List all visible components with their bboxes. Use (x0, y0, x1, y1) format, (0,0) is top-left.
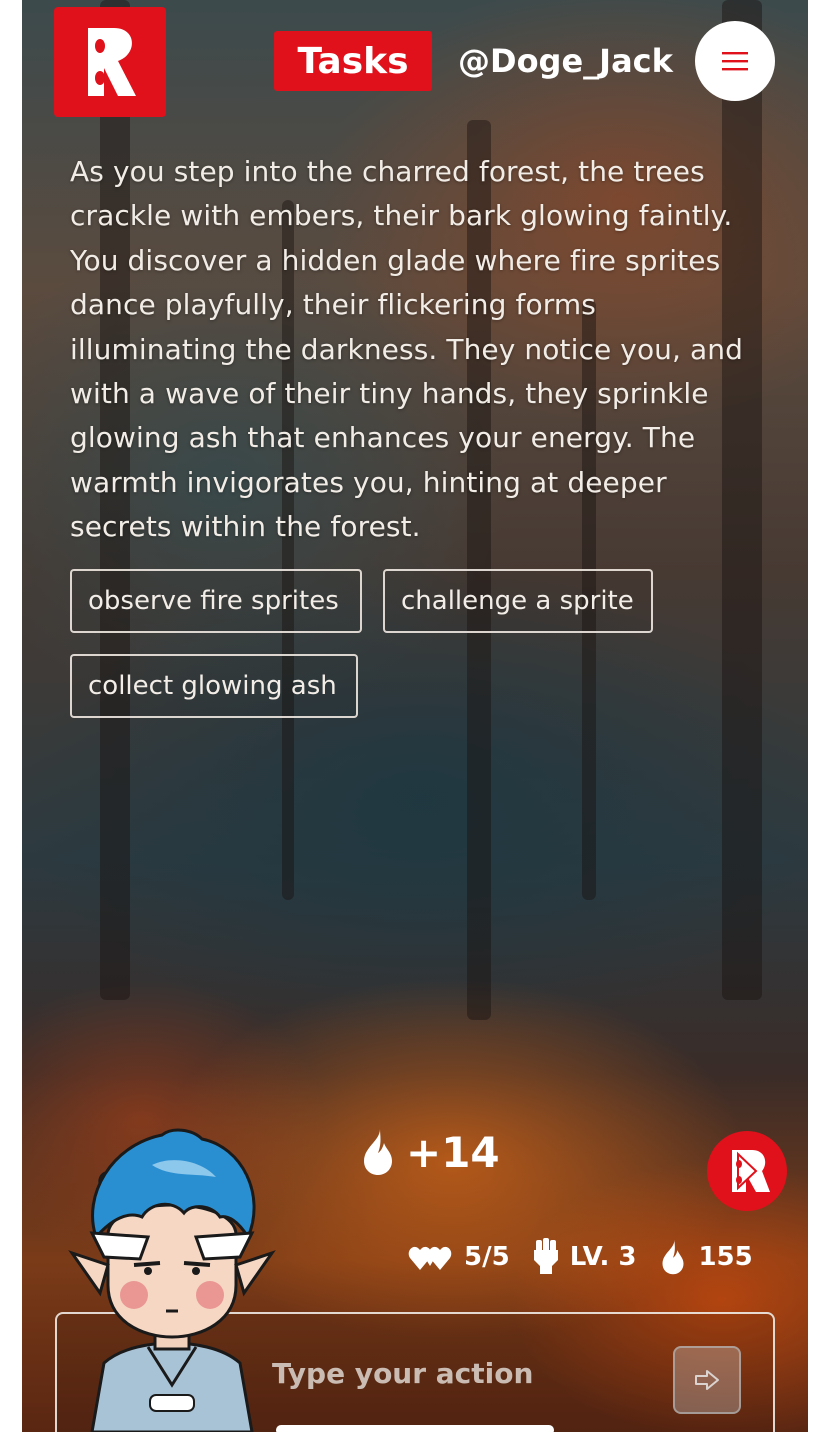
flame-icon (662, 1239, 684, 1275)
flame-icon (364, 1129, 392, 1175)
home-indicator (276, 1425, 554, 1432)
tasks-button[interactable]: Tasks (274, 31, 432, 91)
choice-observe-fire-sprites[interactable]: observe fire sprites (70, 569, 362, 633)
health-stat: 5/5 (408, 1242, 510, 1272)
app-logo[interactable] (54, 7, 166, 117)
play-button[interactable] (707, 1131, 787, 1211)
arrow-right-icon (695, 1370, 719, 1390)
send-button[interactable] (673, 1346, 741, 1414)
story-text: As you step into the charred forest, the… (70, 155, 744, 544)
energy-value: 155 (698, 1242, 753, 1272)
energy-stat: 155 (658, 1238, 753, 1276)
reward-value: +14 (406, 1127, 500, 1177)
play-logo-icon (732, 1150, 770, 1192)
action-input[interactable] (272, 1346, 652, 1400)
game-screen: Tasks @Doge_Jack As you step into the ch… (22, 0, 808, 1432)
choice-collect-glowing-ash[interactable]: collect glowing ash (70, 654, 358, 718)
username: @Doge_Jack (458, 42, 673, 80)
logo-icon (88, 28, 136, 96)
fist-icon (533, 1238, 558, 1274)
player-stats: 5/5 LV. 3 155 (408, 1234, 753, 1280)
hamburger-icon (722, 52, 748, 71)
hearts-icon (408, 1246, 452, 1270)
health-value: 5/5 (464, 1242, 510, 1272)
menu-button[interactable] (695, 21, 775, 101)
choice-challenge-a-sprite[interactable]: challenge a sprite (383, 569, 653, 633)
reward-indicator: +14 (358, 1122, 500, 1182)
character-avatar (68, 1128, 276, 1432)
level-value: LV. 3 (569, 1242, 637, 1272)
level-stat: LV. 3 (532, 1238, 637, 1276)
